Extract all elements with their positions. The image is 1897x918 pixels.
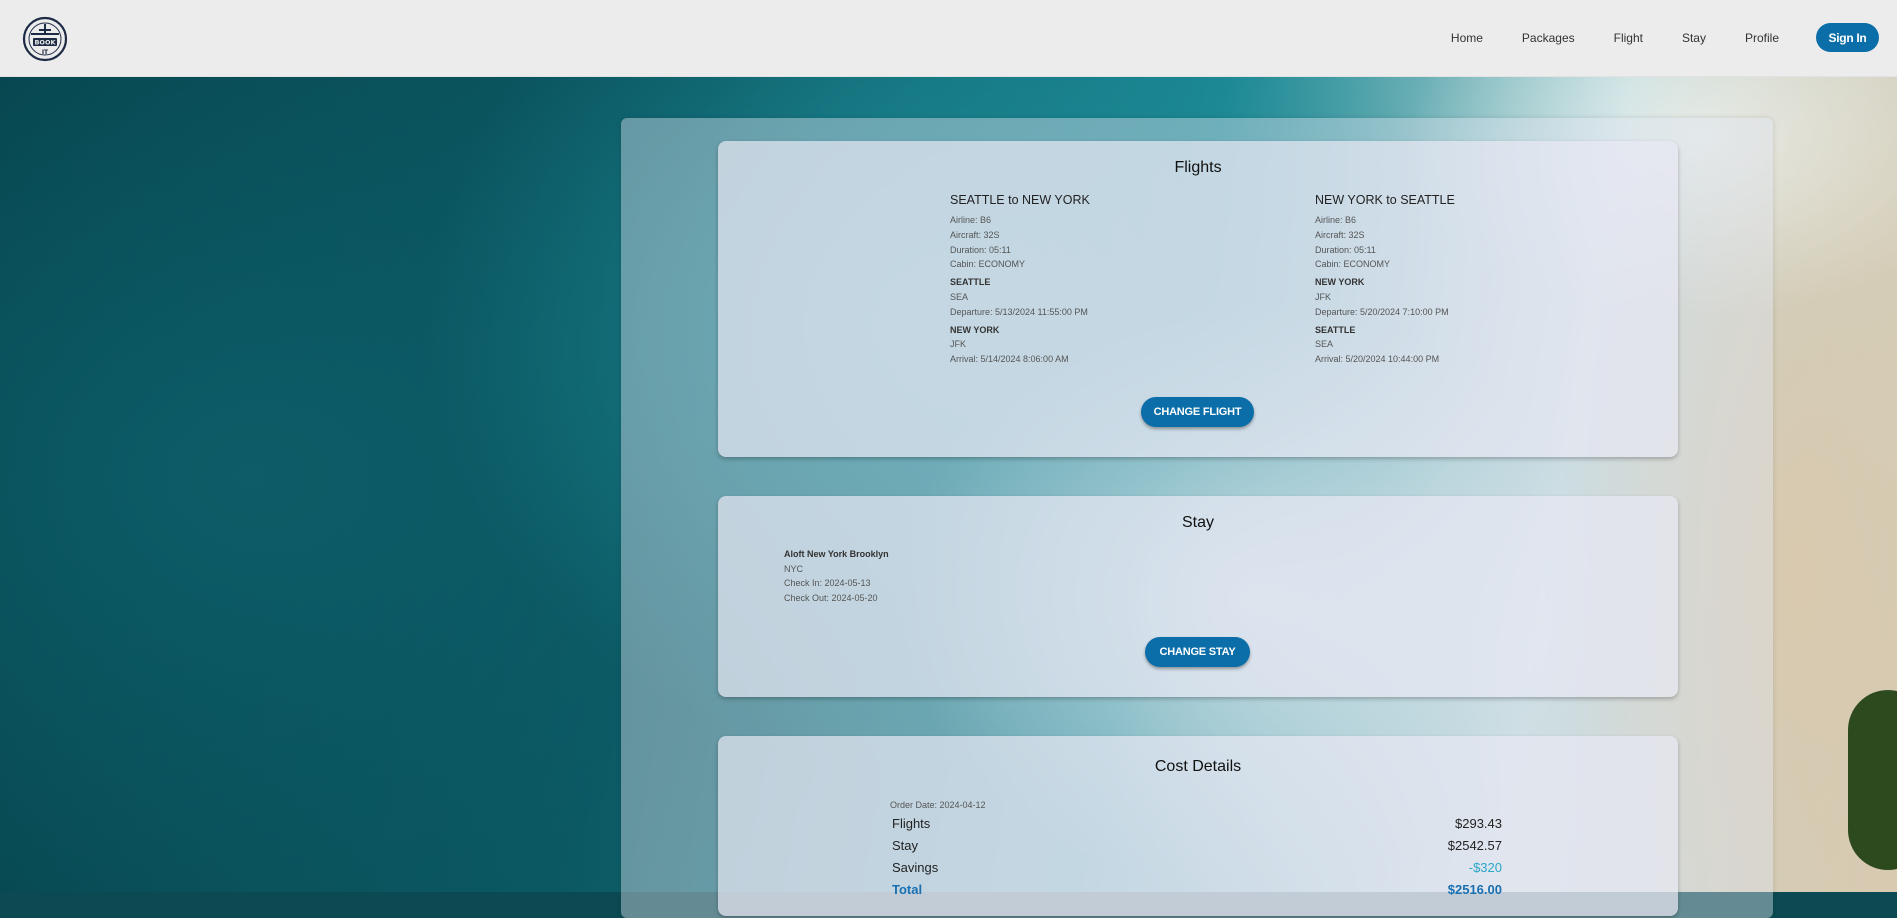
stay-details: Aloft New York Brooklyn NYC Check In: 20…	[784, 547, 889, 606]
savings-value: -$320	[1468, 860, 1502, 875]
svg-text:IT: IT	[42, 49, 49, 56]
return-from-city: NEW YORK	[1315, 277, 1365, 288]
cost-label: Stay	[892, 838, 919, 853]
nav-profile[interactable]: Profile	[1745, 31, 1779, 45]
return-cabin: Cabin: ECONOMY	[1315, 259, 1391, 270]
return-to-city: SEATTLE	[1315, 324, 1356, 335]
outbound-flight: SEATTLE to NEW YORK Airline: B6 Aircraft…	[950, 193, 1250, 367]
nav-flight[interactable]: Flight	[1614, 31, 1643, 45]
change-flight-button[interactable]: CHANGE FLIGHT	[1141, 397, 1254, 427]
return-to-code: SEA	[1315, 339, 1334, 350]
return-heading: NEW YORK to SEATTLE	[1315, 193, 1455, 207]
top-nav-bar: BOOK IT Home Packages Flight Stay Profil…	[0, 0, 1897, 77]
background-tree	[1848, 690, 1897, 870]
cost-title: Cost Details	[1154, 758, 1242, 775]
nav-stay[interactable]: Stay	[1682, 31, 1706, 45]
flights-card: Flights SEATTLE to NEW YORK Airline: B6 …	[718, 141, 1678, 457]
logo-icon[interactable]: BOOK IT	[22, 16, 68, 62]
hotel-name: Aloft New York Brooklyn	[784, 549, 889, 559]
stay-card: Stay Aloft New York Brooklyn NYC Check I…	[718, 496, 1678, 697]
cost-row-stay: Stay $2542.57	[892, 838, 1502, 853]
cost-row-flights: Flights $293.43	[892, 816, 1502, 831]
cost-row-total: Total $2516.00	[892, 882, 1502, 897]
outbound-heading: SEATTLE to NEW YORK	[950, 193, 1090, 207]
outbound-departure: Departure: 5/13/2024 11:55:00 PM	[950, 306, 1088, 317]
outbound-airline: Airline: B6	[950, 215, 992, 225]
sign-in-button[interactable]: Sign In	[1816, 23, 1879, 52]
change-stay-button[interactable]: CHANGE STAY	[1145, 637, 1250, 667]
hotel-city: NYC	[784, 563, 804, 574]
return-airline: Airline: B6	[1315, 215, 1357, 225]
svg-text:BOOK: BOOK	[34, 39, 56, 47]
total-label: Total	[892, 882, 923, 897]
nav-packages[interactable]: Packages	[1522, 31, 1575, 45]
outbound-arrival: Arrival: 5/14/2024 8:06:00 AM	[950, 354, 1069, 365]
check-in-date: Check In: 2024-05-13	[784, 578, 871, 589]
outbound-cabin: Cabin: ECONOMY	[950, 259, 1026, 270]
cost-value: $2542.57	[1447, 838, 1502, 853]
nav-home[interactable]: Home	[1451, 31, 1483, 45]
cost-details-card: Cost Details Order Date: 2024-04-12 Flig…	[718, 736, 1678, 916]
check-out-date: Check Out: 2024-05-20	[784, 593, 878, 604]
outbound-to-city: NEW YORK	[950, 324, 1000, 335]
main-nav: Home Packages Flight Stay Profile Sign I…	[1412, 23, 1879, 52]
outbound-from-code: SEA	[950, 291, 969, 302]
total-value: $2516.00	[1447, 882, 1502, 897]
return-from-code: JFK	[1315, 291, 1332, 302]
cost-label: Flights	[892, 816, 931, 831]
stay-title: Stay	[1181, 514, 1214, 531]
order-date: Order Date: 2024-04-12	[890, 800, 986, 810]
return-flight: NEW YORK to SEATTLE Airline: B6 Aircraft…	[1315, 193, 1615, 367]
return-duration: Duration: 05:11	[1315, 244, 1376, 255]
outbound-duration: Duration: 05:11	[950, 244, 1011, 255]
return-departure: Departure: 5/20/2024 7:10:00 PM	[1315, 306, 1449, 317]
cost-label: Savings	[892, 860, 939, 875]
cost-row-savings: Savings -$320	[892, 860, 1502, 875]
return-arrival: Arrival: 5/20/2024 10:44:00 PM	[1315, 354, 1440, 365]
outbound-aircraft: Aircraft: 32S	[950, 229, 1000, 240]
cost-value: $293.43	[1455, 816, 1502, 831]
outbound-to-code: JFK	[950, 339, 967, 350]
flights-title: Flights	[1174, 159, 1222, 176]
return-aircraft: Aircraft: 32S	[1315, 229, 1365, 240]
outbound-from-city: SEATTLE	[950, 277, 991, 288]
